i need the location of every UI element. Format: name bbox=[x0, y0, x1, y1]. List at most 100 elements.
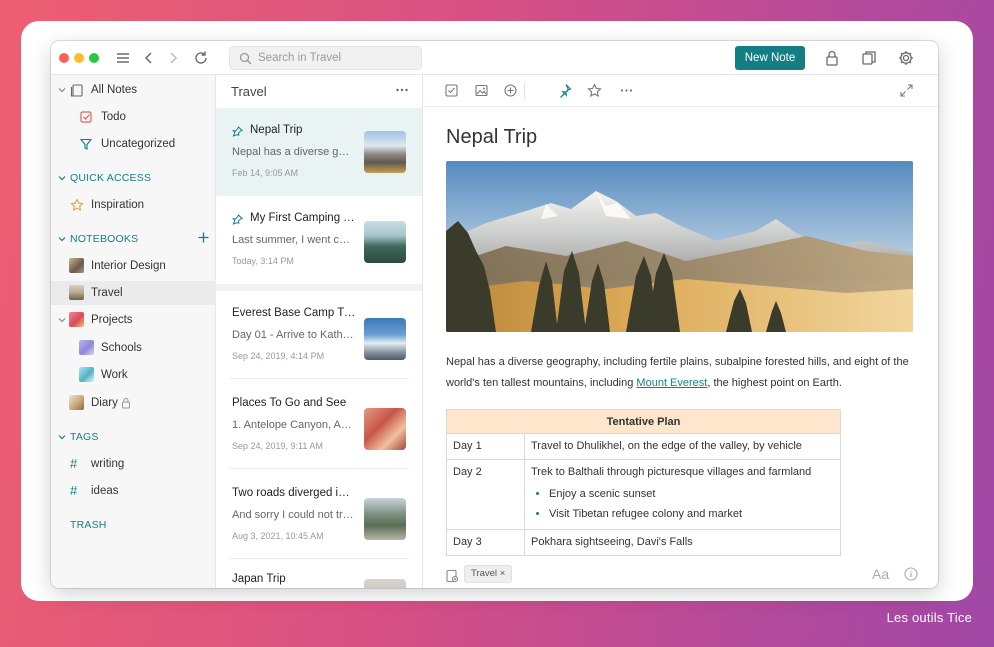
expand-icon[interactable] bbox=[899, 83, 914, 98]
table-cell-text: Travel to Dhulikhel, on the edge of the … bbox=[524, 433, 841, 460]
note-title[interactable]: Nepal Trip bbox=[446, 126, 537, 149]
forward-icon[interactable] bbox=[164, 49, 182, 67]
font-settings-icon[interactable]: Aa bbox=[872, 566, 889, 582]
list-item: Visit Tibetan refugee colony and market bbox=[549, 504, 834, 524]
trash-header[interactable]: TRASH bbox=[51, 515, 216, 535]
sidebar-item-label: ideas bbox=[91, 485, 119, 497]
tag-chip-travel[interactable]: Travel × bbox=[464, 565, 513, 583]
star-icon[interactable] bbox=[587, 83, 602, 98]
note-list: Travel Nepal Trip Nepal has a diverse ge… bbox=[216, 75, 423, 588]
mount-everest-link[interactable]: Mount Everest bbox=[636, 377, 707, 389]
sidebar-item-label: Interior Design bbox=[91, 260, 166, 272]
minimize-window-button[interactable] bbox=[74, 53, 84, 63]
add-circle-icon[interactable] bbox=[503, 83, 518, 98]
remove-tag-icon[interactable]: × bbox=[500, 568, 506, 579]
sidebar-item-label: Uncategorized bbox=[101, 138, 176, 150]
sidebar-item-travel[interactable]: Travel bbox=[51, 281, 216, 305]
back-icon[interactable] bbox=[140, 49, 158, 67]
pin-icon[interactable] bbox=[557, 83, 572, 98]
note-card-thumbnail bbox=[364, 221, 406, 263]
quick-access-header[interactable]: QUICK ACCESS bbox=[51, 168, 216, 188]
sidebar-item-label: Inspiration bbox=[91, 199, 145, 211]
chevron-down-icon[interactable] bbox=[57, 315, 67, 325]
sidebar-item-label: Todo bbox=[101, 111, 126, 123]
sidebar-item-tag-writing[interactable]: # writing bbox=[51, 452, 216, 476]
notebook-title: Travel bbox=[231, 84, 267, 99]
note-card-thumbnail bbox=[364, 579, 406, 588]
plan-table[interactable]: Tentative Plan Day 1 Travel to Dhulikhel… bbox=[446, 409, 841, 556]
pin-icon bbox=[231, 124, 243, 137]
funnel-icon bbox=[79, 137, 93, 151]
checklist-icon[interactable] bbox=[444, 83, 459, 98]
sidebar-item-todo[interactable]: Todo bbox=[51, 105, 216, 129]
notebook-tag-icon[interactable] bbox=[445, 569, 459, 583]
zoom-window-button[interactable] bbox=[89, 53, 99, 63]
note-card[interactable]: Everest Base Camp Trek Day 01 - Arrive t… bbox=[216, 291, 422, 379]
sidebar-item-label: Schools bbox=[101, 342, 142, 354]
menu-icon[interactable] bbox=[114, 49, 132, 67]
watermark-text: Les outils Tice bbox=[886, 610, 972, 625]
chevron-down-icon[interactable] bbox=[57, 432, 67, 442]
chevron-down-icon[interactable] bbox=[57, 173, 67, 183]
more-icon[interactable] bbox=[394, 82, 410, 98]
sidebar-item-diary[interactable]: Diary bbox=[51, 391, 216, 415]
notebook-thumbnail bbox=[69, 312, 84, 327]
note-card[interactable]: My First Camping Trip Last summer, I wen… bbox=[216, 196, 422, 284]
hash-icon: # bbox=[70, 483, 78, 498]
lock-icon[interactable] bbox=[823, 49, 841, 67]
sidebar-item-label: Travel bbox=[91, 287, 123, 299]
bullet-list: Enjoy a scenic sunset Visit Tibetan refu… bbox=[549, 484, 834, 524]
sidebar-item-tag-ideas[interactable]: # ideas bbox=[51, 479, 216, 503]
table-cell-text: Trek to Balthali through picturesque vil… bbox=[524, 459, 841, 530]
new-note-button[interactable]: New Note bbox=[735, 46, 805, 70]
info-icon[interactable] bbox=[904, 567, 918, 581]
gear-icon[interactable] bbox=[897, 49, 915, 67]
note-card-date: Sep 24, 2019, 9:11 AM bbox=[232, 441, 323, 451]
sidebar-item-interior-design[interactable]: Interior Design bbox=[51, 254, 216, 278]
search-input[interactable] bbox=[258, 50, 418, 66]
sidebar-item-label: Projects bbox=[91, 314, 133, 326]
table-row[interactable]: Day 3 Pokhara sightseeing, Davi's Falls bbox=[446, 529, 841, 556]
add-notebook-icon[interactable] bbox=[197, 231, 210, 244]
pinned-separator bbox=[216, 284, 422, 291]
sidebar: All Notes Todo Uncategorized QUICK ACCES… bbox=[51, 75, 216, 588]
app-window: New Note All Notes Todo Uncategorized QU… bbox=[51, 41, 938, 588]
note-card[interactable]: Japan Trip bbox=[216, 561, 422, 588]
note-image-mountains[interactable] bbox=[446, 161, 913, 332]
chevron-down-icon[interactable] bbox=[57, 85, 67, 95]
note-card[interactable]: Two roads diverged in a wood And sorry I… bbox=[216, 471, 422, 559]
image-icon[interactable] bbox=[474, 83, 489, 98]
note-card-title: My First Camping Trip bbox=[250, 212, 356, 224]
sidebar-item-label: Work bbox=[101, 369, 128, 381]
table-row[interactable]: Day 2 Trek to Balthali through picturesq… bbox=[446, 459, 841, 530]
note-card[interactable]: Places To Go and See 1. Antelope Canyon,… bbox=[216, 381, 422, 469]
note-card-preview: Nepal has a diverse geography bbox=[232, 146, 354, 158]
duplicate-window-icon[interactable] bbox=[860, 49, 878, 67]
sidebar-item-label: writing bbox=[91, 458, 125, 470]
table-cell-text: Pokhara sightseeing, Davi's Falls bbox=[524, 529, 841, 556]
search-box[interactable] bbox=[229, 46, 422, 70]
notebooks-header[interactable]: NOTEBOOKS bbox=[51, 229, 216, 249]
chevron-down-icon[interactable] bbox=[57, 234, 67, 244]
tags-header[interactable]: TAGS bbox=[51, 427, 216, 447]
note-card-title: Places To Go and See bbox=[232, 397, 347, 409]
note-card-title: Japan Trip bbox=[232, 573, 286, 585]
sidebar-item-projects[interactable]: Projects bbox=[51, 308, 216, 332]
note-card-date: Today, 3:14 PM bbox=[232, 256, 294, 266]
refresh-icon[interactable] bbox=[192, 49, 210, 67]
sidebar-item-schools[interactable]: Schools bbox=[51, 336, 216, 360]
table-header: Tentative Plan bbox=[446, 409, 841, 434]
close-window-button[interactable] bbox=[59, 53, 69, 63]
more-icon[interactable] bbox=[619, 83, 634, 98]
note-card[interactable]: Nepal Trip Nepal has a diverse geography… bbox=[216, 108, 422, 196]
sidebar-item-uncategorized[interactable]: Uncategorized bbox=[51, 132, 216, 156]
note-body-paragraph[interactable]: Nepal has a diverse geography, including… bbox=[446, 352, 921, 394]
sidebar-item-all-notes[interactable]: All Notes bbox=[51, 78, 216, 102]
notes-icon bbox=[70, 83, 84, 97]
sidebar-item-work[interactable]: Work bbox=[51, 363, 216, 387]
sidebar-item-inspiration[interactable]: Inspiration bbox=[51, 193, 216, 217]
table-row[interactable]: Day 1 Travel to Dhulikhel, on the edge o… bbox=[446, 433, 841, 460]
search-icon bbox=[239, 52, 252, 65]
note-card-preview: 1. Antelope Canyon, Arizona bbox=[232, 419, 354, 431]
list-item: Enjoy a scenic sunset bbox=[549, 484, 834, 504]
